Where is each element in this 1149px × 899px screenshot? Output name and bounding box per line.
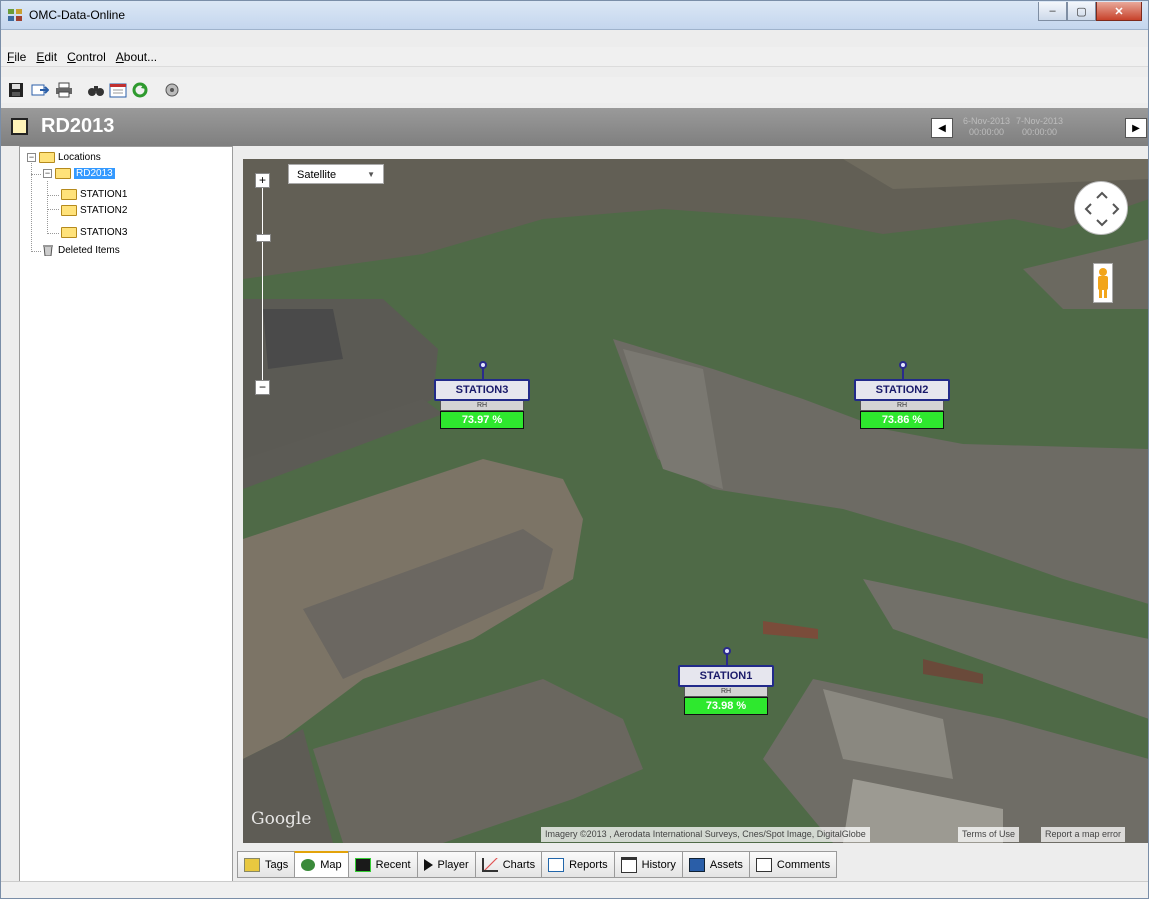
menu-file[interactable]: File [7,50,26,64]
station-name: STATION3 [434,379,530,401]
tree-item-deleted[interactable]: Deleted Items [41,244,120,256]
tree-label: STATION3 [80,227,128,238]
folder-icon [61,227,77,238]
calendar-icon[interactable] [109,81,127,99]
google-logo: Google [251,809,312,829]
zoom-slider-track[interactable] [256,188,271,380]
pan-control[interactable] [1074,181,1128,235]
station-name: STATION2 [854,379,950,401]
maximize-button[interactable]: ▢ [1067,2,1096,21]
status-bar [1,881,1148,898]
export-icon[interactable] [31,81,49,99]
tree-label: Deleted Items [58,244,120,256]
station-sensor: RH [684,687,768,697]
end-time: 00:00:00 [1021,127,1058,137]
station-value: 73.98 % [684,697,768,715]
tree-item-locations[interactable]: − Locations [27,152,101,163]
tab-history[interactable]: History [613,851,682,878]
map-imagery [243,159,1148,843]
street-view-pegman[interactable] [1093,263,1113,303]
view-tabs: Tags Map Recent Player Charts Reports Hi… [237,851,838,879]
tree-item-station1[interactable]: STATION1 [61,189,127,200]
location-tree: − Locations − RD2013 STATION1 STATION2 S… [19,146,233,882]
zoom-out-button[interactable]: − [255,380,270,395]
tree-item-rd2013[interactable]: − RD2013 [43,168,115,179]
station-name: STATION1 [678,665,774,687]
menu-about[interactable]: About... [116,50,157,64]
station-marker[interactable]: STATION1 RH 73.98 % [678,647,774,715]
tab-recent[interactable]: Recent [347,851,417,878]
location-header: RD2013 ◀ 6-Nov-2013 00:00:00 7-Nov-2013 … [1,108,1148,146]
prev-period-button[interactable]: ◀ [931,118,953,138]
end-date: 7-Nov-2013 [1016,116,1064,126]
report-error-link[interactable]: Report a map error [1041,827,1126,842]
app-window: OMC-Data-Online – ▢ ✕ File Edit Control … [0,0,1149,899]
pan-arrows-icon [1084,191,1120,227]
collapse-icon[interactable]: − [27,153,36,162]
save-icon[interactable] [7,81,25,99]
minimize-button[interactable]: – [1038,2,1067,21]
station-marker[interactable]: STATION3 RH 73.97 % [434,361,530,429]
satellite-map[interactable] [243,159,1148,843]
tree-label: STATION2 [80,205,128,216]
station-sensor: RH [440,401,524,411]
title-bar[interactable]: OMC-Data-Online – ▢ ✕ [1,1,1148,30]
recycle-bin-icon [43,245,53,256]
pegman-icon [1098,268,1108,298]
tree-item-station3[interactable]: STATION3 [61,227,127,238]
menu-edit[interactable]: Edit [36,50,57,64]
next-period-button[interactable]: ▶ [1125,118,1147,138]
zoom-slider-handle[interactable] [256,234,271,242]
folder-icon [61,205,77,216]
chevron-down-icon: ▼ [367,170,375,179]
location-icon [11,118,28,135]
start-time: 00:00:00 [968,127,1005,137]
folder-icon [61,189,77,200]
close-button[interactable]: ✕ [1096,2,1142,21]
tab-player[interactable]: Player [416,851,475,878]
toolbar [1,77,1148,103]
folder-open-icon [55,168,71,179]
map-type-select[interactable]: Satellite ▼ [288,164,384,184]
tree-label: RD2013 [74,168,115,179]
collapse-icon[interactable]: − [43,169,52,178]
menu-bar: File Edit Control About... [1,47,1148,67]
find-icon[interactable] [87,81,105,99]
start-date: 6-Nov-2013 [963,116,1011,126]
tree-label: STATION1 [80,189,128,200]
station-value: 73.86 % [860,411,944,429]
tab-map[interactable]: Map [294,851,348,878]
tree-item-station2[interactable]: STATION2 [61,205,127,216]
map-type-label: Satellite [297,169,337,181]
terms-link[interactable]: Terms of Use [958,827,1020,842]
tab-tags[interactable]: Tags [237,851,295,878]
tab-comments[interactable]: Comments [748,851,838,878]
tree-label: Locations [58,152,101,163]
menu-control[interactable]: Control [67,50,106,64]
start-datetime: 6-Nov-2013 00:00:00 [963,116,1010,138]
print-icon[interactable] [55,81,73,99]
folder-icon [39,152,55,163]
refresh-icon[interactable] [131,81,149,99]
end-datetime: 7-Nov-2013 00:00:00 [1016,116,1063,138]
location-title: RD2013 [41,115,115,137]
zoom-in-button[interactable]: + [255,173,270,188]
tab-assets[interactable]: Assets [681,851,749,878]
window-title: OMC-Data-Online [29,8,126,22]
settings-icon[interactable] [163,81,181,99]
app-icon [8,9,22,21]
station-value: 73.97 % [440,411,524,429]
station-marker[interactable]: STATION2 RH 73.86 % [854,361,950,429]
tab-reports[interactable]: Reports [541,851,614,878]
map-attribution: Imagery ©2013 , Aerodata International S… [541,827,870,842]
tab-charts[interactable]: Charts [474,851,542,878]
zoom-control: + − [255,173,271,395]
station-sensor: RH [860,401,944,411]
